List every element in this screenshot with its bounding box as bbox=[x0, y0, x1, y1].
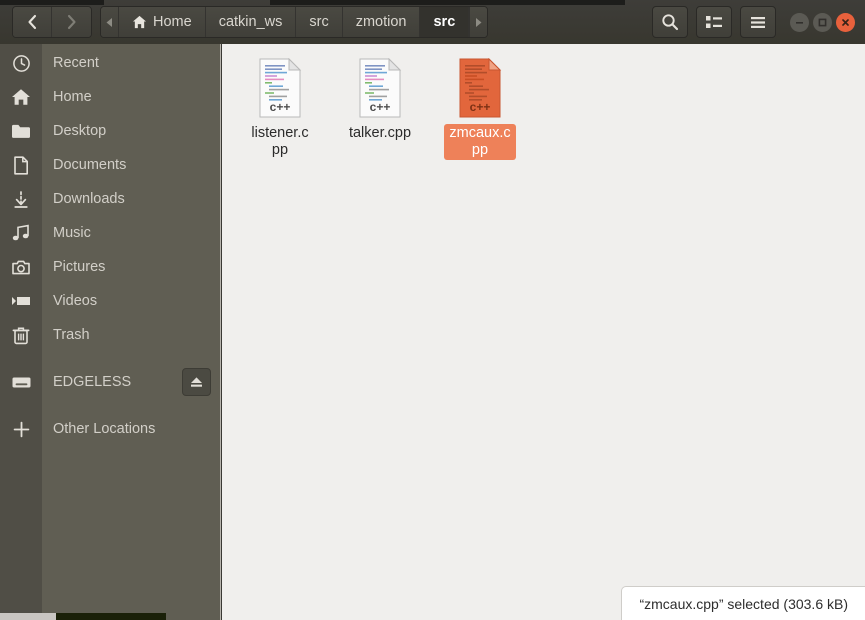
sidebar-item-label: Music bbox=[53, 225, 91, 241]
forward-button[interactable] bbox=[52, 7, 91, 37]
sidebar-item-label: Desktop bbox=[53, 123, 107, 139]
window-controls bbox=[790, 12, 855, 32]
breadcrumb-item-label: src bbox=[433, 14, 456, 30]
sidebar-item-label: EDGELESS bbox=[53, 374, 132, 390]
file-name-label: listener.cpp bbox=[251, 125, 309, 158]
file-item[interactable]: c++ listener.cpp bbox=[230, 54, 330, 160]
file-grid: c++ listener.cpp c++ talker.cpp c++ zmca… bbox=[222, 44, 865, 170]
search-icon bbox=[662, 14, 679, 31]
sidebar-item-edgeless[interactable]: EDGELESS bbox=[0, 365, 220, 399]
chevron-left-icon bbox=[28, 14, 37, 30]
file-item-selected[interactable]: c++ zmcaux.cpp bbox=[430, 54, 530, 160]
sidebar-item-label: Downloads bbox=[53, 191, 125, 207]
home-icon bbox=[0, 80, 42, 114]
sidebar-item-label: Other Locations bbox=[53, 421, 156, 437]
home-icon bbox=[132, 15, 147, 29]
close-button[interactable] bbox=[836, 12, 855, 32]
sidebar-item-documents[interactable]: Documents bbox=[0, 148, 220, 182]
chevron-right-icon bbox=[67, 14, 76, 30]
sidebar-separator bbox=[0, 352, 220, 365]
minimize-button[interactable] bbox=[790, 12, 809, 32]
cpp-file-icon: c++ bbox=[456, 57, 504, 118]
music-note-icon bbox=[0, 216, 42, 250]
file-item[interactable]: c++ talker.cpp bbox=[330, 54, 430, 160]
video-camera-icon bbox=[0, 284, 42, 318]
file-name-label: zmcaux.cpp bbox=[444, 124, 516, 160]
camera-icon bbox=[0, 250, 42, 284]
sidebar-list: Recent Home Desktop Documents Downloads … bbox=[0, 44, 220, 446]
close-icon bbox=[842, 18, 849, 26]
cpp-file-icon: c++ bbox=[256, 57, 304, 118]
back-button[interactable] bbox=[13, 7, 52, 37]
breadcrumb-item-src-current[interactable]: src bbox=[420, 7, 470, 37]
download-icon bbox=[0, 182, 42, 216]
breadcrumb-item-src[interactable]: src bbox=[296, 7, 343, 37]
svg-text:c++: c++ bbox=[470, 100, 491, 114]
list-view-icon bbox=[706, 16, 722, 28]
folder-icon bbox=[0, 114, 42, 148]
file-name-label: talker.cpp bbox=[348, 125, 412, 141]
breadcrumb-item-label: Home bbox=[153, 14, 192, 30]
maximize-button[interactable] bbox=[813, 12, 832, 32]
eject-button[interactable] bbox=[182, 368, 211, 396]
breadcrumb: Home catkin_ws src zmotion src bbox=[100, 6, 489, 38]
sidebar-item-label: Trash bbox=[53, 327, 90, 343]
breadcrumb-scroll-right[interactable] bbox=[469, 7, 488, 37]
sidebar: Recent Home Desktop Documents Downloads … bbox=[0, 44, 221, 620]
sidebar-item-label: Home bbox=[53, 89, 92, 105]
menu-button[interactable] bbox=[740, 6, 776, 38]
navigation-buttons bbox=[12, 6, 92, 38]
sidebar-item-downloads[interactable]: Downloads bbox=[0, 182, 220, 216]
breadcrumb-item-label: zmotion bbox=[355, 14, 407, 30]
breadcrumb-item-label: src bbox=[309, 14, 329, 30]
breadcrumb-item-zmotion[interactable]: zmotion bbox=[342, 7, 421, 37]
triangle-right-icon bbox=[476, 17, 482, 27]
sidebar-item-recent[interactable]: Recent bbox=[0, 46, 220, 80]
breadcrumb-item-home[interactable]: Home bbox=[119, 7, 206, 37]
sidebar-item-home[interactable]: Home bbox=[0, 80, 220, 114]
sidebar-item-trash[interactable]: Trash bbox=[0, 318, 220, 352]
eject-icon bbox=[191, 377, 202, 387]
view-toggle-button[interactable] bbox=[696, 6, 732, 38]
sidebar-item-label: Videos bbox=[53, 293, 98, 309]
sidebar-item-label: Recent bbox=[53, 55, 99, 71]
sidebar-item-desktop[interactable]: Desktop bbox=[0, 114, 220, 148]
hamburger-menu-icon bbox=[751, 16, 765, 28]
trash-icon bbox=[0, 318, 42, 352]
file-list-view[interactable]: c++ listener.cpp c++ talker.cpp c++ zmca… bbox=[222, 44, 865, 620]
status-bar: “zmcaux.cpp” selected (303.6 kB) bbox=[621, 586, 865, 620]
background-window-sliver bbox=[56, 613, 166, 620]
svg-text:c++: c++ bbox=[370, 100, 391, 114]
sidebar-item-videos[interactable]: Videos bbox=[0, 284, 220, 318]
svg-text:c++: c++ bbox=[270, 100, 291, 114]
titlebar-notch bbox=[0, 0, 104, 5]
breadcrumb-item-catkin_ws[interactable]: catkin_ws bbox=[205, 7, 297, 37]
plus-icon bbox=[0, 412, 42, 446]
clock-icon bbox=[0, 46, 42, 80]
status-bar-text: “zmcaux.cpp” selected (303.6 kB) bbox=[639, 595, 848, 612]
sidebar-item-pictures[interactable]: Pictures bbox=[0, 250, 220, 284]
desktop-background-left bbox=[0, 613, 56, 620]
document-icon bbox=[0, 148, 42, 182]
breadcrumb-scroll-left[interactable] bbox=[101, 7, 119, 37]
sidebar-item-music[interactable]: Music bbox=[0, 216, 220, 250]
drive-icon bbox=[0, 365, 42, 399]
sidebar-item-label: Pictures bbox=[53, 259, 106, 275]
sidebar-separator-2 bbox=[0, 399, 220, 412]
maximize-icon bbox=[818, 18, 827, 26]
triangle-left-icon bbox=[106, 17, 112, 27]
titlebar-notch-right bbox=[270, 0, 625, 5]
cpp-file-icon: c++ bbox=[356, 57, 404, 118]
file-manager-window: Home catkin_ws src zmotion src Recent Ho… bbox=[0, 0, 865, 620]
breadcrumb-item-label: catkin_ws bbox=[218, 14, 283, 30]
sidebar-item-label: Documents bbox=[53, 157, 127, 173]
search-button[interactable] bbox=[652, 6, 688, 38]
minimize-icon bbox=[796, 21, 803, 24]
titlebar: Home catkin_ws src zmotion src bbox=[0, 0, 865, 44]
sidebar-item-other-locations[interactable]: Other Locations bbox=[0, 412, 220, 446]
